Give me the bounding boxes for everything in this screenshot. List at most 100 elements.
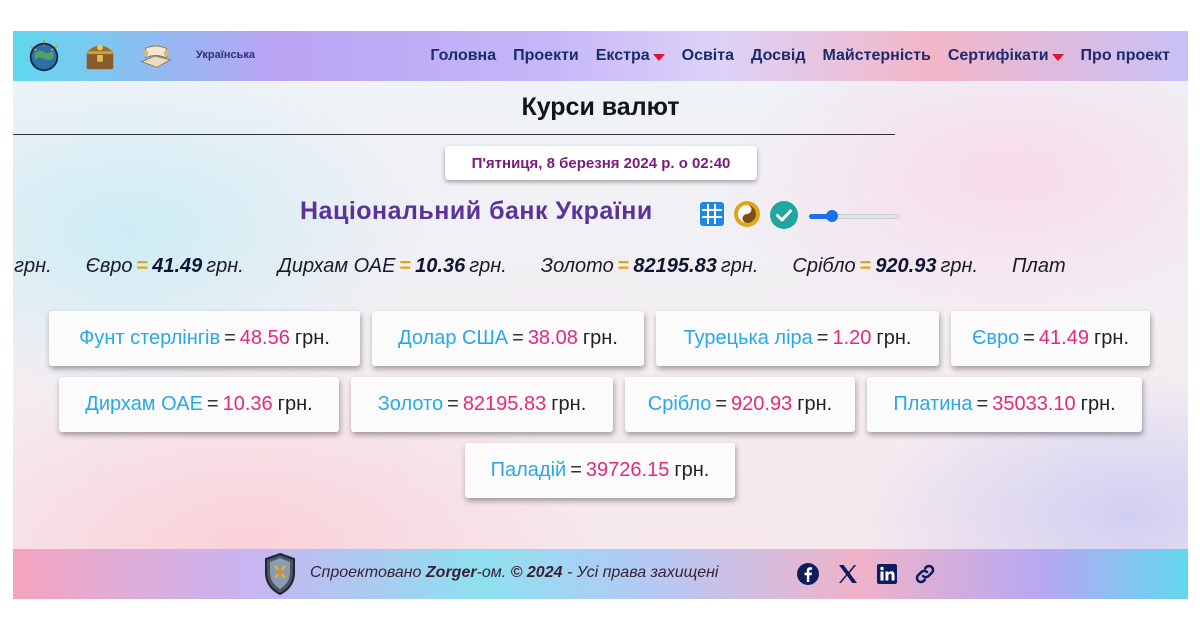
rate-name: Паладій [490, 459, 567, 481]
ticker-value: 82195.83 [633, 255, 717, 277]
rate-card[interactable]: Срібло = 920.93 грн. [625, 377, 855, 432]
rate-card[interactable]: Фунт стерлінгів = 48.56 грн. [49, 311, 360, 366]
rate-value: 920.93 [731, 393, 793, 415]
nav-item-certificates[interactable]: Сертифікати [948, 47, 1064, 65]
table-icon[interactable] [699, 201, 725, 227]
ticker-item: Золото = 82195.83 грн. [541, 255, 759, 278]
page-title: Курси валют [521, 93, 680, 121]
ticker-name: Дирхам ОАЕ [277, 255, 396, 277]
ticker-value: 10.36 [415, 255, 466, 277]
nav-item-projects[interactable]: Проекти [513, 47, 579, 65]
rate-name: Платина [893, 393, 973, 415]
footer-credits: Спроектовано Zorger-ом. © 2024 - Усі пра… [310, 564, 718, 582]
nav-label: Майстерність [822, 47, 931, 64]
nav-label: Освіта [681, 47, 734, 64]
rate-card[interactable]: Платина = 35033.10 грн. [867, 377, 1142, 432]
rate-unit: грн. [876, 327, 912, 349]
nav-label: Про проект [1080, 47, 1170, 64]
footer-rights: - Усі права захищені [566, 564, 719, 581]
rate-unit: грн. [674, 459, 710, 481]
rate-value: 41.49 [1038, 327, 1089, 349]
footer-copyright: © 2024 [510, 564, 563, 581]
page-frame: Українська Головна Проекти Екстра Освіта… [13, 31, 1188, 599]
rate-card[interactable]: Золото = 82195.83 грн. [351, 377, 613, 432]
date-badge: П'ятниця, 8 березня 2024 р. о 02:40 [445, 146, 757, 180]
rate-value: 48.56 [239, 327, 290, 349]
nav-item-experience[interactable]: Досвід [751, 47, 806, 65]
title-divider [13, 134, 895, 135]
main-nav: Головна Проекти Екстра Освіта Досвід Май… [430, 31, 1170, 81]
footer-author[interactable]: Zorger [426, 564, 477, 581]
bank-title: Національний банк України [300, 197, 653, 225]
nav-item-education[interactable]: Освіта [682, 47, 734, 65]
nav-item-about[interactable]: Про проект [1081, 47, 1170, 65]
slider-thumb[interactable] [825, 210, 838, 222]
rates-ticker: 0 грн. Євро=41.49грн. Дирхам ОАЕ=10.36гр… [13, 255, 1188, 285]
rate-equals: = [715, 393, 728, 415]
ticker-name: Золото [540, 255, 614, 277]
ticker-unit: грн. [14, 255, 52, 277]
scroll-book-icon[interactable] [137, 37, 175, 75]
facebook-icon[interactable] [796, 562, 820, 586]
rate-value: 82195.83 [462, 393, 547, 415]
earth-logo-icon[interactable] [25, 37, 63, 75]
dropdown-caret-icon [652, 53, 665, 61]
ticker-equals: = [399, 255, 412, 277]
rate-unit: грн. [1080, 393, 1116, 415]
ticker-equals: = [859, 255, 872, 277]
ticker-name: Срібло [792, 255, 856, 277]
treasure-chest-icon[interactable] [81, 37, 119, 75]
speed-slider[interactable] [809, 210, 899, 222]
nav-label: Головна [430, 47, 497, 64]
footer-author-suffix: -ом. [476, 564, 507, 581]
ticker-unit: грн. [206, 255, 244, 277]
yin-yang-icon[interactable] [733, 200, 761, 228]
ticker-track: 0 грн. Євро=41.49грн. Дирхам ОАЕ=10.36гр… [13, 255, 1100, 278]
ticker-item: Срібло = 920.93 грн. [792, 255, 978, 278]
bank-header: Національний банк України [13, 197, 1188, 233]
rate-card[interactable]: Дирхам ОАЕ = 10.36 грн. [59, 377, 339, 432]
rate-equals: = [976, 393, 989, 415]
nav-label: Проекти [513, 47, 579, 64]
rate-equals: = [447, 393, 459, 415]
rate-unit: грн. [797, 393, 833, 415]
top-navigation-bar: Українська Головна Проекти Екстра Освіта… [13, 31, 1188, 81]
rate-name: Євро [971, 327, 1020, 349]
language-selector[interactable]: Українська [196, 49, 255, 61]
rate-name: Фунт стерлінгів [79, 327, 221, 349]
rate-name: Срібло [647, 393, 712, 415]
rate-unit: грн. [1093, 327, 1130, 349]
ticker-item: Дирхам ОАЕ = 10.36 грн. [278, 255, 507, 278]
rate-name: Дирхам ОАЕ [85, 393, 203, 415]
link-icon[interactable] [913, 562, 937, 586]
shield-logo-icon[interactable] [263, 552, 297, 596]
nav-item-skills[interactable]: Майстерність [822, 47, 930, 65]
dropdown-caret-icon [1051, 53, 1064, 61]
ticker-value: 41.49 [152, 255, 203, 277]
rate-value: 1.20 [832, 327, 872, 349]
rate-name: Золото [377, 393, 444, 415]
ticker-unit: грн. [469, 255, 507, 277]
rate-card[interactable]: Паладій = 39726.15 грн. [465, 443, 735, 498]
rate-unit: грн. [277, 393, 313, 415]
ticker-name: Плат [1012, 255, 1066, 277]
rate-card[interactable]: Турецька ліра = 1.20 грн. [656, 311, 939, 366]
rate-value: 10.36 [222, 393, 273, 415]
rate-card[interactable]: Євро = 41.49 грн. [951, 311, 1150, 366]
ticker-value: 920.93 [875, 255, 937, 277]
rate-unit: грн. [294, 327, 330, 349]
rate-value: 35033.10 [992, 393, 1076, 415]
linkedin-icon[interactable] [875, 562, 899, 586]
ticker-item: 0 грн. [13, 255, 52, 278]
rate-value: 39726.15 [585, 459, 670, 481]
check-circle-icon[interactable] [769, 200, 799, 230]
ticker-equals: = [617, 255, 630, 277]
nav-item-extra[interactable]: Екстра [596, 47, 665, 65]
rate-unit: грн. [551, 393, 587, 415]
rate-equals: = [1023, 327, 1035, 349]
ticker-unit: грн. [720, 255, 759, 277]
rate-card[interactable]: Долар США = 38.08 грн. [372, 311, 644, 366]
x-icon[interactable] [836, 562, 860, 586]
rate-value: 38.08 [527, 327, 578, 349]
nav-item-home[interactable]: Головна [430, 47, 496, 65]
